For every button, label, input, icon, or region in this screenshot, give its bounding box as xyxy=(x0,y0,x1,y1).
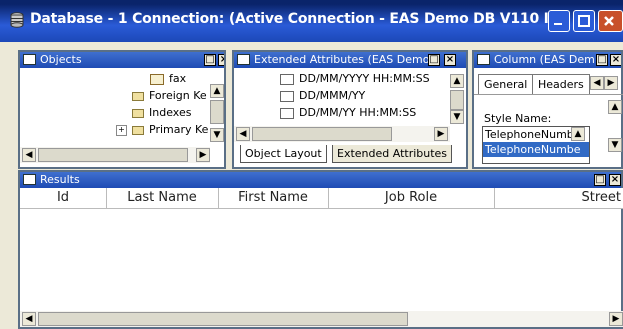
style-list-item-selected[interactable]: TelephoneNumbe xyxy=(483,142,589,157)
folder-icon xyxy=(132,91,144,101)
tree-item-indexes[interactable]: Indexes xyxy=(132,106,191,119)
ext-item-2[interactable]: DD/MM/YY HH:MM:SS xyxy=(280,106,416,119)
close-pane-button[interactable]: × xyxy=(218,54,224,66)
scroll-right-button[interactable]: ▶ xyxy=(609,312,623,326)
column-pane-title: Column (EAS Dem xyxy=(494,53,595,66)
tree-item-primary-keys[interactable]: + Primary Ke xyxy=(116,123,208,136)
pane-icon xyxy=(237,54,250,65)
tab-general[interactable]: General xyxy=(478,74,534,95)
table-icon xyxy=(150,73,164,85)
database-icon xyxy=(10,12,24,28)
ext-item-label: DD/MM/YY HH:MM:SS xyxy=(299,106,417,119)
results-header-row: Id Last Name First Name Job Role Street xyxy=(20,188,623,209)
main-title-bar[interactable]: Database - 1 Connection: (Active Connect… xyxy=(0,0,623,42)
column-pane-title-bar[interactable]: Column (EAS Dem □ × xyxy=(474,52,621,68)
horizontal-scroll-thumb[interactable] xyxy=(38,148,188,162)
scroll-up-button[interactable]: ▲ xyxy=(210,84,224,98)
date-format-icon xyxy=(280,107,294,119)
close-pane-button[interactable]: × xyxy=(444,54,456,66)
results-pane-title: Results xyxy=(40,173,80,186)
maximize-pane-button[interactable]: □ xyxy=(204,54,216,66)
scroll-left-button[interactable]: ◀ xyxy=(236,127,250,141)
minimize-button[interactable] xyxy=(548,10,570,32)
scroll-down-button[interactable]: ▼ xyxy=(450,110,464,124)
pane-scroll-up-button[interactable]: ▲ xyxy=(608,100,622,114)
scroll-left-button[interactable]: ◀ xyxy=(22,312,36,326)
column-header-street[interactable]: Street xyxy=(494,188,623,208)
column-header-last-name[interactable]: Last Name xyxy=(106,188,219,208)
pane-icon xyxy=(23,174,36,185)
pane-icon xyxy=(23,54,36,65)
date-format-icon xyxy=(280,73,294,85)
style-name-label: Style Name: xyxy=(484,112,552,125)
column-pane: Column (EAS Dem □ × General Headers ◀ ▶ … xyxy=(472,50,623,169)
column-header-id[interactable]: Id xyxy=(20,188,107,208)
close-icon xyxy=(604,16,614,26)
maximize-pane-button[interactable]: □ xyxy=(596,54,608,66)
tab-scroll-right-button[interactable]: ▶ xyxy=(604,76,618,90)
horizontal-scroll-thumb[interactable] xyxy=(252,127,392,141)
tab-headers[interactable]: Headers xyxy=(532,74,590,95)
extended-pane-title: Extended Attributes (EAS Demo xyxy=(254,53,430,66)
close-button[interactable] xyxy=(598,10,623,32)
ext-item-0[interactable]: DD/MM/YYYY HH:MM:SS xyxy=(280,72,430,85)
pane-scroll-down-button[interactable]: ▼ xyxy=(608,138,622,152)
column-header-first-name[interactable]: First Name xyxy=(218,188,329,208)
tree-item-label: Indexes xyxy=(149,106,192,119)
extended-pane-title-bar[interactable]: Extended Attributes (EAS Demo □ × xyxy=(234,52,466,68)
tree-item-label: Primary Ke xyxy=(149,123,209,136)
column-header-job-role[interactable]: Job Role xyxy=(328,188,495,208)
ext-item-label: DD/MM/YYYY HH:MM:SS xyxy=(299,72,430,85)
scroll-up-button[interactable]: ▲ xyxy=(571,127,585,141)
folder-icon xyxy=(132,125,144,135)
results-pane: Results □ × Id Last Name First Name Job … xyxy=(18,170,623,329)
tree-item-label: fax xyxy=(169,72,187,85)
results-pane-title-bar[interactable]: Results □ × xyxy=(20,172,621,188)
scroll-up-button[interactable]: ▲ xyxy=(450,74,464,88)
extended-attributes-pane: Extended Attributes (EAS Demo □ × DD/MM/… xyxy=(232,50,468,169)
maximize-icon xyxy=(578,15,590,27)
tab-object-layout[interactable]: Object Layout xyxy=(240,145,327,163)
tab-divider xyxy=(474,94,623,95)
date-format-icon xyxy=(280,90,294,102)
close-pane-button[interactable]: × xyxy=(609,174,621,186)
horizontal-scroll-thumb[interactable] xyxy=(38,312,408,326)
objects-pane-title-bar[interactable]: Objects □ × xyxy=(20,52,224,68)
folder-icon xyxy=(132,108,144,118)
ext-item-1[interactable]: DD/MMM/YY xyxy=(280,89,365,102)
scroll-right-button[interactable]: ▶ xyxy=(196,148,210,162)
tab-extended-attributes[interactable]: Extended Attributes xyxy=(332,145,453,163)
pane-icon xyxy=(477,54,490,65)
maximize-pane-button[interactable]: □ xyxy=(428,54,440,66)
vertical-scroll-thumb[interactable] xyxy=(450,90,464,110)
tree-item-fax[interactable]: fax xyxy=(150,72,186,85)
ext-item-label: DD/MMM/YY xyxy=(299,89,366,102)
scroll-down-button[interactable]: ▼ xyxy=(210,128,224,142)
scroll-right-button[interactable]: ▶ xyxy=(434,127,448,141)
window-title: Database - 1 Connection: (Active Connect… xyxy=(30,11,569,27)
objects-pane-title: Objects xyxy=(40,53,82,66)
minimize-icon xyxy=(554,23,562,25)
tree-item-label: Foreign Ke xyxy=(149,89,207,102)
expand-icon[interactable]: + xyxy=(116,124,127,136)
vertical-scroll-thumb[interactable] xyxy=(210,100,224,124)
scroll-left-button[interactable]: ◀ xyxy=(22,148,36,162)
maximize-pane-button[interactable]: □ xyxy=(594,174,606,186)
tab-scroll-left-button[interactable]: ◀ xyxy=(590,76,604,90)
close-pane-button[interactable]: × xyxy=(610,54,621,66)
objects-pane: Objects □ × fax Foreign Ke Indexes + Prim… xyxy=(18,50,226,169)
maximize-button[interactable] xyxy=(573,10,595,32)
tree-item-foreign-keys[interactable]: Foreign Ke xyxy=(132,89,207,102)
